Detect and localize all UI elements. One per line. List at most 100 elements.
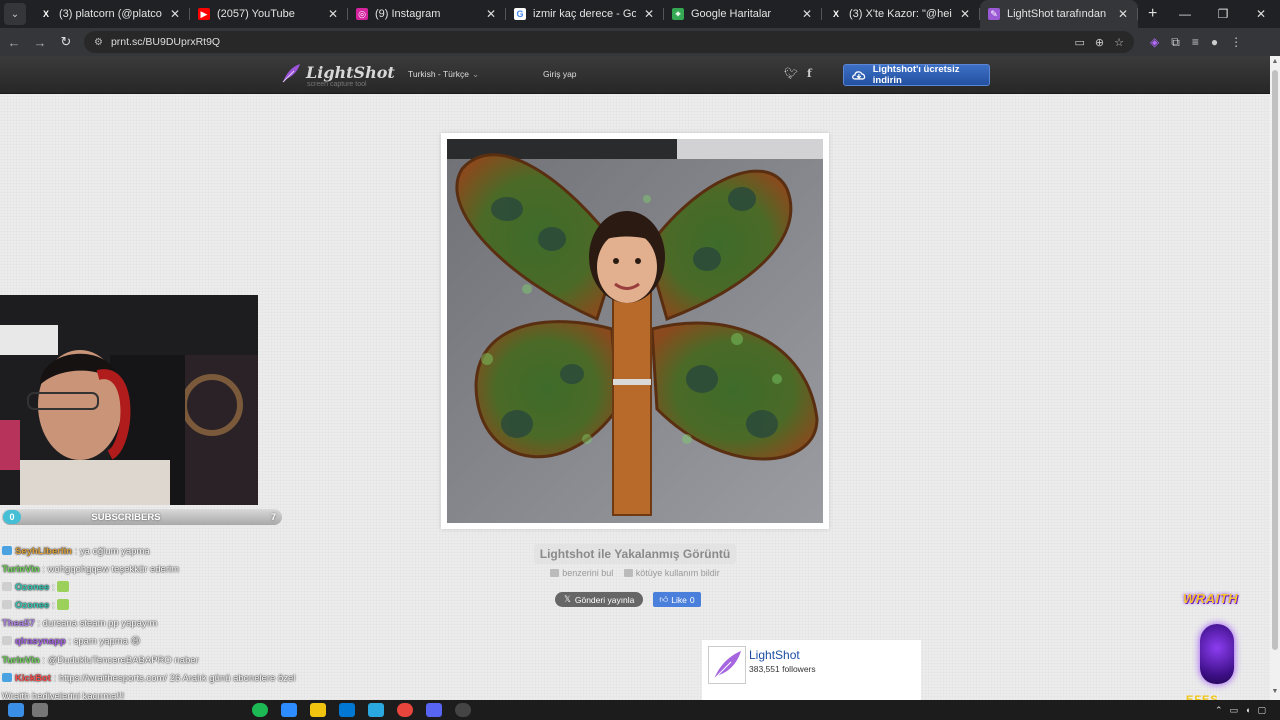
tab-close-icon[interactable]: ✕ xyxy=(168,7,182,21)
outlook-icon[interactable] xyxy=(339,703,355,717)
butterfly-craft-image xyxy=(447,139,823,523)
scroll-up-icon[interactable]: ▲ xyxy=(1270,58,1280,68)
lightshot-page-avatar xyxy=(708,646,746,684)
chat-text: : spam yapma 😄 xyxy=(65,636,141,648)
tab-search-chevron-icon[interactable]: ⌄ xyxy=(4,3,26,25)
wraith-sponsor-logo: WRAITH xyxy=(1183,591,1238,606)
tab-close-icon[interactable]: ✕ xyxy=(958,7,972,21)
image-icon xyxy=(550,569,560,577)
install-app-icon[interactable]: ▭ xyxy=(1075,36,1085,49)
browser-tab[interactable]: ▶ (2057) YouTube ✕ xyxy=(190,0,348,28)
facebook-f-icon[interactable]: f xyxy=(807,67,812,80)
find-similar-label: benzerini bul xyxy=(562,568,614,578)
subscribers-goal-bar: 0 SUBSCRIBERS 7 xyxy=(2,509,282,525)
browser-tab[interactable]: X (3) platcorn (@platcornweb) / X ✕ xyxy=(32,0,190,28)
tab-close-icon[interactable]: ✕ xyxy=(642,7,656,21)
chat-text: : wohgqohgqew teşekkür ederim xyxy=(39,564,180,576)
spotify-icon[interactable] xyxy=(252,703,268,717)
chat-badge-icon xyxy=(2,582,12,592)
chrome-menu-icon[interactable]: ⋮ xyxy=(1230,35,1242,50)
extensions-area: ◈ ⧉ ≡ ● ⋮ xyxy=(1150,35,1242,50)
subs-goal-label: SUBSCRIBERS xyxy=(91,511,161,523)
screenshot-image[interactable] xyxy=(447,139,823,523)
share-buttons: 𝕏 Gönderi yayınla 👍︎ Like 0 xyxy=(555,592,701,607)
discord-icon[interactable] xyxy=(426,703,442,717)
tab-close-icon[interactable]: ✕ xyxy=(800,7,814,21)
chat-emote-icon xyxy=(57,599,70,611)
volume-icon[interactable]: ◖ xyxy=(1245,705,1250,715)
tab-close-icon[interactable]: ✕ xyxy=(484,7,498,21)
browser-tab[interactable]: ✎ LightShot tarafından Ekran Gör ✕ xyxy=(980,0,1138,28)
language-selector[interactable]: Turkish - Türkçe ⌄ xyxy=(408,69,479,80)
browser-tab[interactable]: ⌖ Google Haritalar ✕ xyxy=(664,0,822,28)
chat-text: : https://wraithesports.com/ 26 Aralık g… xyxy=(50,672,296,684)
tab-title: izmir kaç derece - Google'da A xyxy=(533,8,636,20)
tray-chevron-up-icon[interactable]: ⌃ xyxy=(1215,705,1223,716)
x-icon: X xyxy=(42,9,49,19)
chat-username: TurinVin xyxy=(2,564,40,576)
chat-text: : ya oğlum yapma xyxy=(72,546,150,557)
chat-username: KickBot xyxy=(15,672,51,684)
login-link[interactable]: Giriş yap xyxy=(543,69,577,79)
bookmark-star-icon[interactable]: ☆ xyxy=(1114,36,1124,49)
site-info-icon[interactable]: ⚙ xyxy=(94,37,103,48)
tab-close-icon[interactable]: ✕ xyxy=(326,7,340,21)
fb-followers: 383,551 followers xyxy=(749,664,816,674)
obs-icon[interactable] xyxy=(455,703,471,717)
chat-message: TurinVin : @DudukluTencereBABAPRO naber xyxy=(2,652,362,670)
gaming-mouse-image xyxy=(1200,624,1234,684)
file-explorer-icon[interactable] xyxy=(310,703,326,717)
close-window-icon[interactable]: ✕ xyxy=(1242,0,1280,28)
page-scrollbar[interactable]: ▲ ▼ xyxy=(1270,56,1280,700)
scrollbar-thumb[interactable] xyxy=(1272,70,1278,650)
google-icon: G xyxy=(514,8,526,20)
browser-tab[interactable]: X (3) X'te Kazor: "@heis1905 Vid ✕ xyxy=(822,0,980,28)
tab-title: (3) platcorn (@platcornweb) / X xyxy=(59,8,162,20)
report-abuse-link[interactable]: kötüye kullanım bildir xyxy=(623,568,720,578)
screenshot-title: Lightshot ile Yakalanmış Görüntü xyxy=(533,544,737,564)
fb-page-name[interactable]: LightShot xyxy=(749,648,800,662)
reading-list-icon[interactable]: ≡ xyxy=(1192,35,1199,50)
address-bar[interactable]: ⚙ prnt.sc/BU9DUprxRt9Q ▭ ⊕ ☆ xyxy=(84,31,1134,53)
back-arrow-icon[interactable]: ← xyxy=(2,30,26,54)
network-icon[interactable]: ▭ xyxy=(1230,705,1239,716)
new-tab-plus-icon[interactable]: + xyxy=(1148,5,1157,23)
browser-tab[interactable]: ◎ (9) Instagram ✕ xyxy=(348,0,506,28)
start-icon[interactable] xyxy=(8,703,24,717)
notification-icon[interactable]: ▢ xyxy=(1257,705,1266,716)
profile-icon[interactable]: ● xyxy=(1211,35,1218,50)
download-button[interactable]: Lightshot'ı ücretsiz indirin xyxy=(843,64,990,86)
search-icon[interactable] xyxy=(32,703,48,717)
minimize-icon[interactable]: — xyxy=(1166,0,1204,28)
chat-text: : @DudukluTencereBABAPRO naber xyxy=(39,654,199,666)
chat-overlay: SeyhLiberlin : ya oğlum yapma TurinVin : … xyxy=(2,543,362,720)
forward-arrow-icon[interactable]: → xyxy=(28,30,52,54)
zoom-icon[interactable]: ⊕ xyxy=(1095,36,1104,49)
tab-close-icon[interactable]: ✕ xyxy=(1116,7,1130,21)
chat-message: qlrasynapp : spam yapma 😄 xyxy=(2,633,362,651)
lightshot-logo[interactable]: LightShot screen capture tool xyxy=(280,62,395,88)
share-on-x-label: Gönderi yayınla xyxy=(574,594,635,605)
extension-icon[interactable]: ◈ xyxy=(1150,35,1159,50)
subs-goal-max: 7 xyxy=(270,512,276,522)
puzzle-extensions-icon[interactable]: ⧉ xyxy=(1171,35,1180,50)
edge-icon[interactable] xyxy=(281,703,297,717)
scroll-down-icon[interactable]: ▼ xyxy=(1270,688,1280,698)
lightshot-header: LightShot screen capture tool Turkish - … xyxy=(0,56,1270,94)
download-button-label: Lightshot'ı ücretsiz indirin xyxy=(872,64,960,86)
facebook-page-card[interactable]: LightShot 383,551 followers xyxy=(702,640,921,700)
reload-icon[interactable]: ↻ xyxy=(54,30,78,54)
find-similar-link[interactable]: benzerini bul xyxy=(550,568,613,578)
twitter-bird-icon[interactable]: 🐦︎ xyxy=(784,67,798,80)
like-label: Like xyxy=(671,594,687,605)
browser-tab[interactable]: Gizmir kaç derece - Google'da A ✕ xyxy=(506,0,664,28)
chat-message: Thea57 : dursana steam pp yapayım xyxy=(2,615,362,633)
chrome-icon[interactable] xyxy=(397,703,413,717)
facebook-like-button[interactable]: 👍︎ Like 0 xyxy=(653,592,701,607)
url-text: prnt.sc/BU9DUprxRt9Q xyxy=(110,36,221,48)
report-abuse-label: kötüye kullanım bildir xyxy=(635,568,720,578)
restore-icon[interactable]: ❐ xyxy=(1204,0,1242,28)
share-on-x-button[interactable]: 𝕏 Gönderi yayınla xyxy=(555,592,644,607)
thumbs-up-icon: 👍︎ xyxy=(659,594,669,604)
steam-icon[interactable] xyxy=(368,703,384,717)
